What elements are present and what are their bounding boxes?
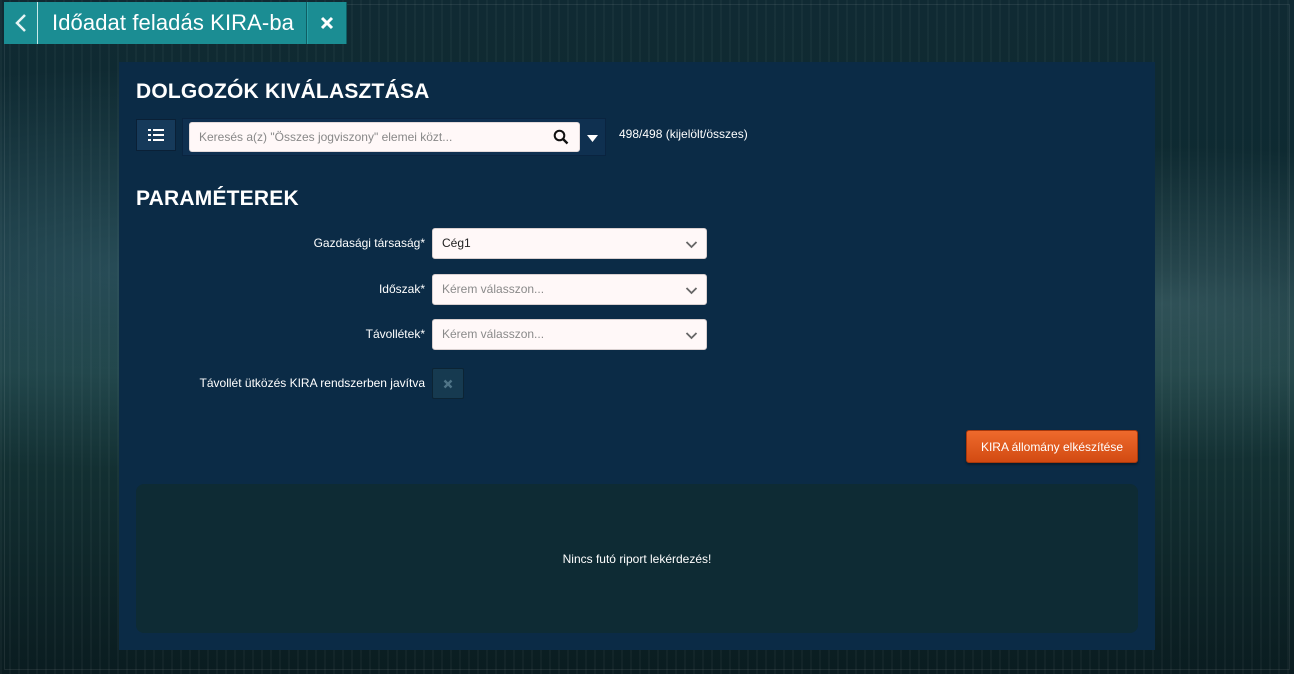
collision-fix-toggle[interactable] bbox=[432, 368, 464, 399]
absences-placeholder: Kérem válasszon... bbox=[442, 327, 545, 341]
company-select[interactable]: Cég1 bbox=[432, 228, 707, 259]
close-icon bbox=[443, 379, 453, 388]
back-button[interactable] bbox=[4, 2, 38, 44]
period-label: Időszak* bbox=[378, 282, 425, 296]
report-status-panel: Nincs futó riport lekérdezés! bbox=[136, 484, 1138, 633]
close-tab-button[interactable] bbox=[307, 2, 348, 44]
period-row: Időszak* Kérem válasszon... bbox=[119, 274, 719, 306]
absences-row: Távollétek* Kérem válasszon... bbox=[119, 319, 719, 351]
search-filter-dropdown[interactable] bbox=[579, 120, 605, 156]
parameters-section-title: PARAMÉTEREK bbox=[136, 187, 299, 210]
page-title: Időadat feladás KIRA-ba bbox=[38, 2, 308, 44]
period-select[interactable]: Kérem válasszon... bbox=[432, 274, 707, 305]
list-icon bbox=[148, 129, 164, 141]
employee-search-input[interactable] bbox=[189, 122, 580, 152]
period-placeholder: Kérem válasszon... bbox=[442, 282, 545, 296]
chevron-down-icon bbox=[685, 332, 698, 340]
chevron-down-icon bbox=[685, 241, 698, 249]
list-view-button[interactable] bbox=[136, 119, 176, 151]
employees-section-title: DOLGOZÓK KIVÁLASZTÁSA bbox=[136, 80, 430, 103]
absences-select[interactable]: Kérem válasszon... bbox=[432, 319, 707, 350]
company-value: Cég1 bbox=[442, 236, 471, 250]
absences-label: Távollétek* bbox=[365, 327, 425, 341]
company-row: Gazdasági társaság* Cég1 bbox=[119, 228, 719, 260]
search-box bbox=[182, 118, 606, 156]
generate-kira-file-button[interactable]: KIRA állomány elkészítése bbox=[966, 430, 1138, 463]
close-icon bbox=[320, 16, 334, 30]
collision-fix-label: Távollét ütközés KIRA rendszerben javítv… bbox=[199, 376, 425, 390]
search-icon[interactable] bbox=[553, 129, 569, 145]
tab-bar: Időadat feladás KIRA-ba bbox=[4, 2, 348, 44]
selection-count: 498/498 (kijelölt/összes) bbox=[619, 127, 748, 141]
caret-down-icon bbox=[586, 134, 598, 142]
main-panel: DOLGOZÓK KIVÁLASZTÁSA 498/498 (kijelölt/… bbox=[119, 62, 1155, 650]
company-label: Gazdasági társaság* bbox=[313, 236, 425, 250]
chevron-down-icon bbox=[685, 287, 698, 295]
collision-fix-row: Távollét ütközés KIRA rendszerben javítv… bbox=[119, 368, 719, 400]
chevron-left-icon bbox=[14, 14, 26, 32]
report-status-text: Nincs futó riport lekérdezés! bbox=[562, 551, 712, 566]
